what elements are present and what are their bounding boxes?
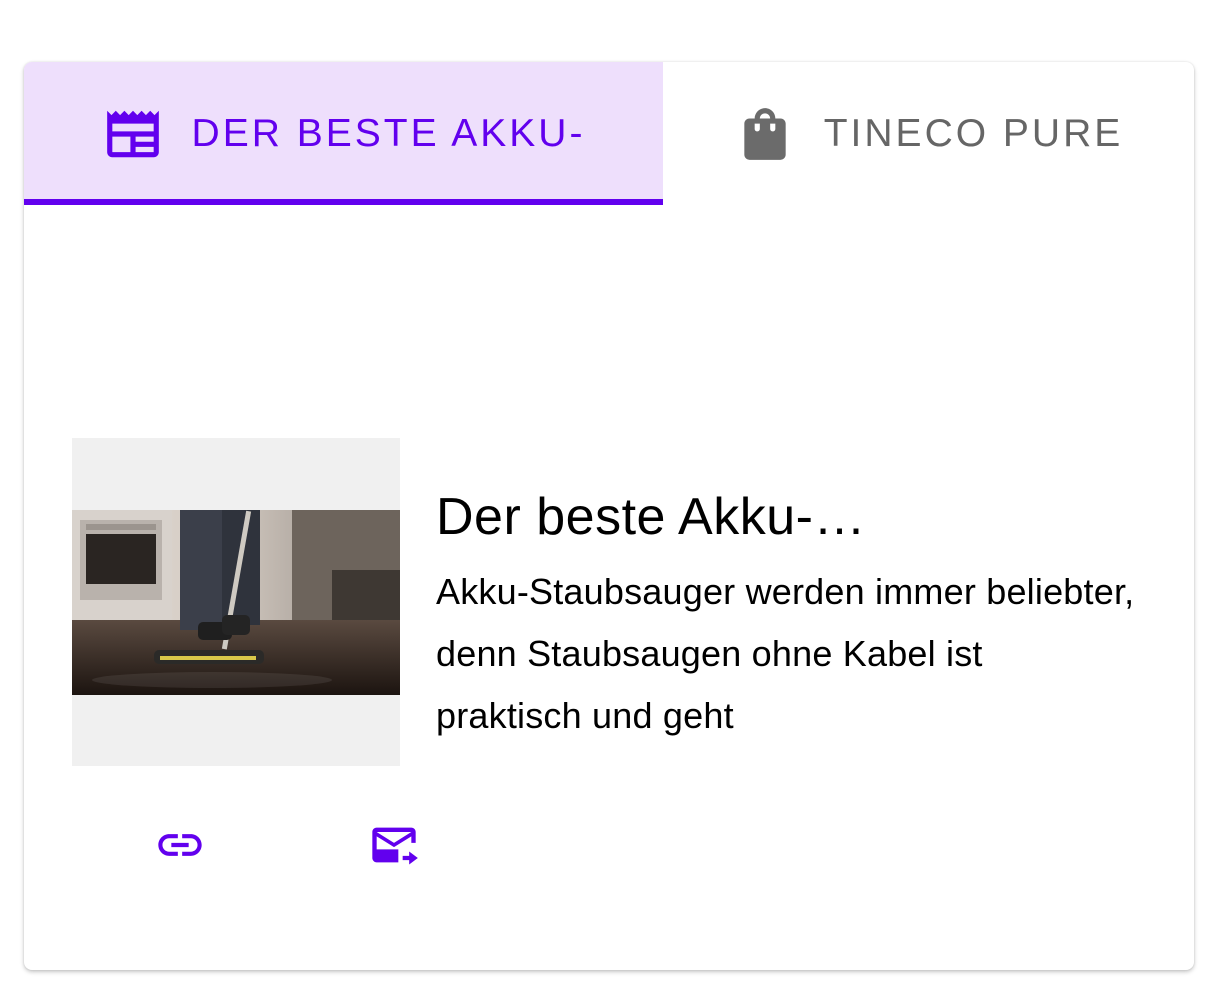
article-thumbnail[interactable]: [72, 438, 400, 766]
tab-product[interactable]: Tineco Pure: [663, 62, 1194, 205]
content-card: Der beste Akku- Tineco Pure: [24, 62, 1194, 970]
article-title[interactable]: Der beste Akku-…: [436, 487, 1136, 547]
vacuum-photo: [72, 510, 400, 695]
tab-article-label: Der beste Akku-: [191, 111, 586, 155]
tab-bar: Der beste Akku- Tineco Pure: [24, 62, 1194, 205]
copy-link-button[interactable]: [140, 805, 220, 885]
tab-article[interactable]: Der beste Akku-: [24, 62, 663, 205]
tab-product-label: Tineco Pure: [823, 111, 1124, 155]
forward-email-icon: [368, 819, 420, 871]
action-bar: [24, 805, 524, 885]
shopping-bag-icon: [734, 103, 796, 165]
share-email-button[interactable]: [354, 805, 434, 885]
article-snippet: Akku-Staubsauger werden immer beliebter,…: [436, 571, 1135, 736]
article-text: Der beste Akku-… Akku-Staubsauger werden…: [436, 487, 1136, 747]
tab-panel: Der beste Akku-… Akku-Staubsauger werden…: [24, 205, 1194, 970]
newspaper-icon: [102, 103, 164, 165]
link-icon: [154, 819, 206, 871]
